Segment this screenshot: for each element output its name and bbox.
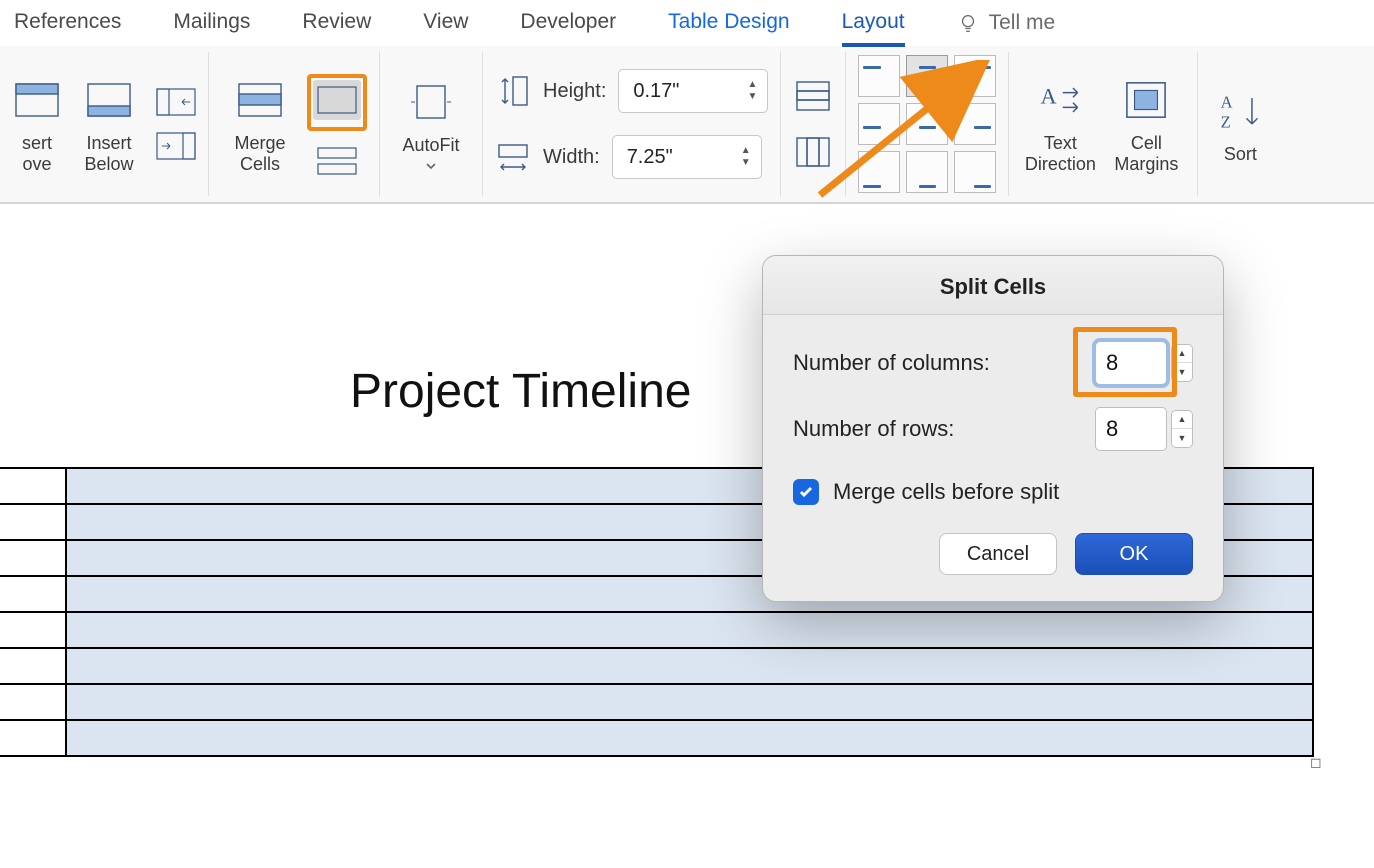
- align-bottom-right[interactable]: [954, 151, 996, 193]
- num-columns-up-icon[interactable]: ▲: [1172, 345, 1192, 363]
- tab-developer[interactable]: Developer: [520, 2, 616, 44]
- tab-view[interactable]: View: [423, 2, 468, 44]
- align-top-right[interactable]: [954, 55, 996, 97]
- num-rows-label: Number of rows:: [793, 416, 954, 442]
- num-columns-down-icon[interactable]: ▼: [1172, 363, 1192, 381]
- ribbon-layout: sert ove Insert Below: [0, 46, 1374, 204]
- autofit-label: AutoFit: [402, 135, 459, 156]
- num-rows-up-icon[interactable]: ▲: [1172, 411, 1192, 429]
- num-rows-down-icon[interactable]: ▼: [1172, 429, 1192, 447]
- tab-references[interactable]: References: [14, 2, 121, 44]
- height-down-icon[interactable]: ▼: [745, 91, 759, 103]
- table-resize-handle[interactable]: ◻: [1310, 755, 1322, 769]
- svg-text:A: A: [1041, 84, 1057, 109]
- cancel-button[interactable]: Cancel: [939, 533, 1057, 575]
- chevron-down-icon[interactable]: [424, 159, 438, 173]
- autofit-button[interactable]: AutoFit: [392, 75, 470, 174]
- merge-cells-icon: [238, 83, 282, 117]
- alignment-grid: [858, 55, 996, 193]
- num-columns-label: Number of columns:: [793, 350, 990, 376]
- tab-review[interactable]: Review: [302, 2, 371, 44]
- insert-below-button[interactable]: Insert Below: [70, 73, 148, 174]
- align-middle-right[interactable]: [954, 103, 996, 145]
- col-width-icon: [495, 139, 531, 175]
- tell-me-search[interactable]: Tell me: [957, 11, 1056, 35]
- insert-above-icon: [15, 83, 59, 117]
- tab-table-design[interactable]: Table Design: [668, 2, 789, 44]
- lightbulb-icon: [957, 12, 979, 34]
- align-middle-center[interactable]: [906, 103, 948, 145]
- cell-margins-icon: [1123, 79, 1169, 121]
- insert-below-label: Insert Below: [84, 133, 133, 174]
- text-direction-button[interactable]: A Text Direction: [1021, 73, 1099, 174]
- merge-cells-button[interactable]: Merge Cells: [221, 73, 299, 174]
- ribbon-tabs: References Mailings Review View Develope…: [0, 0, 1374, 46]
- distribute-columns-icon[interactable]: [793, 134, 833, 170]
- height-up-icon[interactable]: ▲: [745, 79, 759, 91]
- tab-mailings[interactable]: Mailings: [173, 2, 250, 44]
- align-bottom-left[interactable]: [858, 151, 900, 193]
- width-down-icon[interactable]: ▼: [739, 157, 753, 169]
- align-middle-left[interactable]: [858, 103, 900, 145]
- sort-icon: A Z: [1217, 90, 1263, 132]
- checkmark-icon: [798, 484, 814, 500]
- sort-label: Sort: [1224, 144, 1257, 165]
- tell-me-label: Tell me: [989, 11, 1056, 35]
- merge-before-checkbox[interactable]: [793, 479, 819, 505]
- insert-left-icon[interactable]: [156, 88, 196, 116]
- dialog-title: Split Cells: [763, 256, 1223, 315]
- insert-above-label: sert ove: [22, 133, 52, 174]
- split-cells-button-highlighted[interactable]: [307, 74, 367, 131]
- insert-above-button[interactable]: sert ove: [12, 73, 62, 174]
- width-value: 7.25": [627, 146, 673, 169]
- merge-cells-label: Merge Cells: [234, 133, 285, 174]
- align-bottom-center[interactable]: [906, 151, 948, 193]
- svg-text:Z: Z: [1221, 112, 1231, 131]
- height-input[interactable]: 0.17" ▲▼: [618, 69, 768, 113]
- num-rows-input[interactable]: [1095, 407, 1167, 451]
- cell-margins-label: Cell Margins: [1114, 133, 1178, 174]
- align-top-center[interactable]: [906, 55, 948, 97]
- split-table-icon[interactable]: [317, 147, 357, 175]
- num-rows-stepper[interactable]: ▲ ▼: [1171, 410, 1193, 448]
- text-direction-label: Text Direction: [1025, 133, 1096, 174]
- row-height-icon: [495, 73, 531, 109]
- sort-button[interactable]: A Z Sort: [1210, 84, 1270, 165]
- text-direction-icon: A: [1035, 78, 1085, 122]
- merge-before-label: Merge cells before split: [833, 479, 1059, 505]
- insert-below-icon: [87, 83, 131, 117]
- height-label: Height:: [543, 80, 606, 103]
- align-top-left[interactable]: [858, 55, 900, 97]
- num-columns-input[interactable]: [1095, 341, 1167, 385]
- split-cells-icon: [313, 80, 361, 120]
- ok-button[interactable]: OK: [1075, 533, 1193, 575]
- insert-right-icon[interactable]: [156, 132, 196, 160]
- autofit-icon: [409, 85, 453, 119]
- width-up-icon[interactable]: ▲: [739, 145, 753, 157]
- width-label: Width:: [543, 146, 600, 169]
- height-value: 0.17": [633, 80, 679, 103]
- distribute-rows-icon[interactable]: [793, 78, 833, 114]
- num-columns-stepper[interactable]: ▲ ▼: [1171, 344, 1193, 382]
- cell-margins-button[interactable]: Cell Margins: [1107, 73, 1185, 174]
- tab-layout[interactable]: Layout: [842, 2, 905, 44]
- width-input[interactable]: 7.25" ▲▼: [612, 135, 762, 179]
- split-cells-dialog: Split Cells Number of columns: ▲ ▼ Numbe…: [762, 255, 1224, 602]
- svg-text:A: A: [1221, 92, 1233, 111]
